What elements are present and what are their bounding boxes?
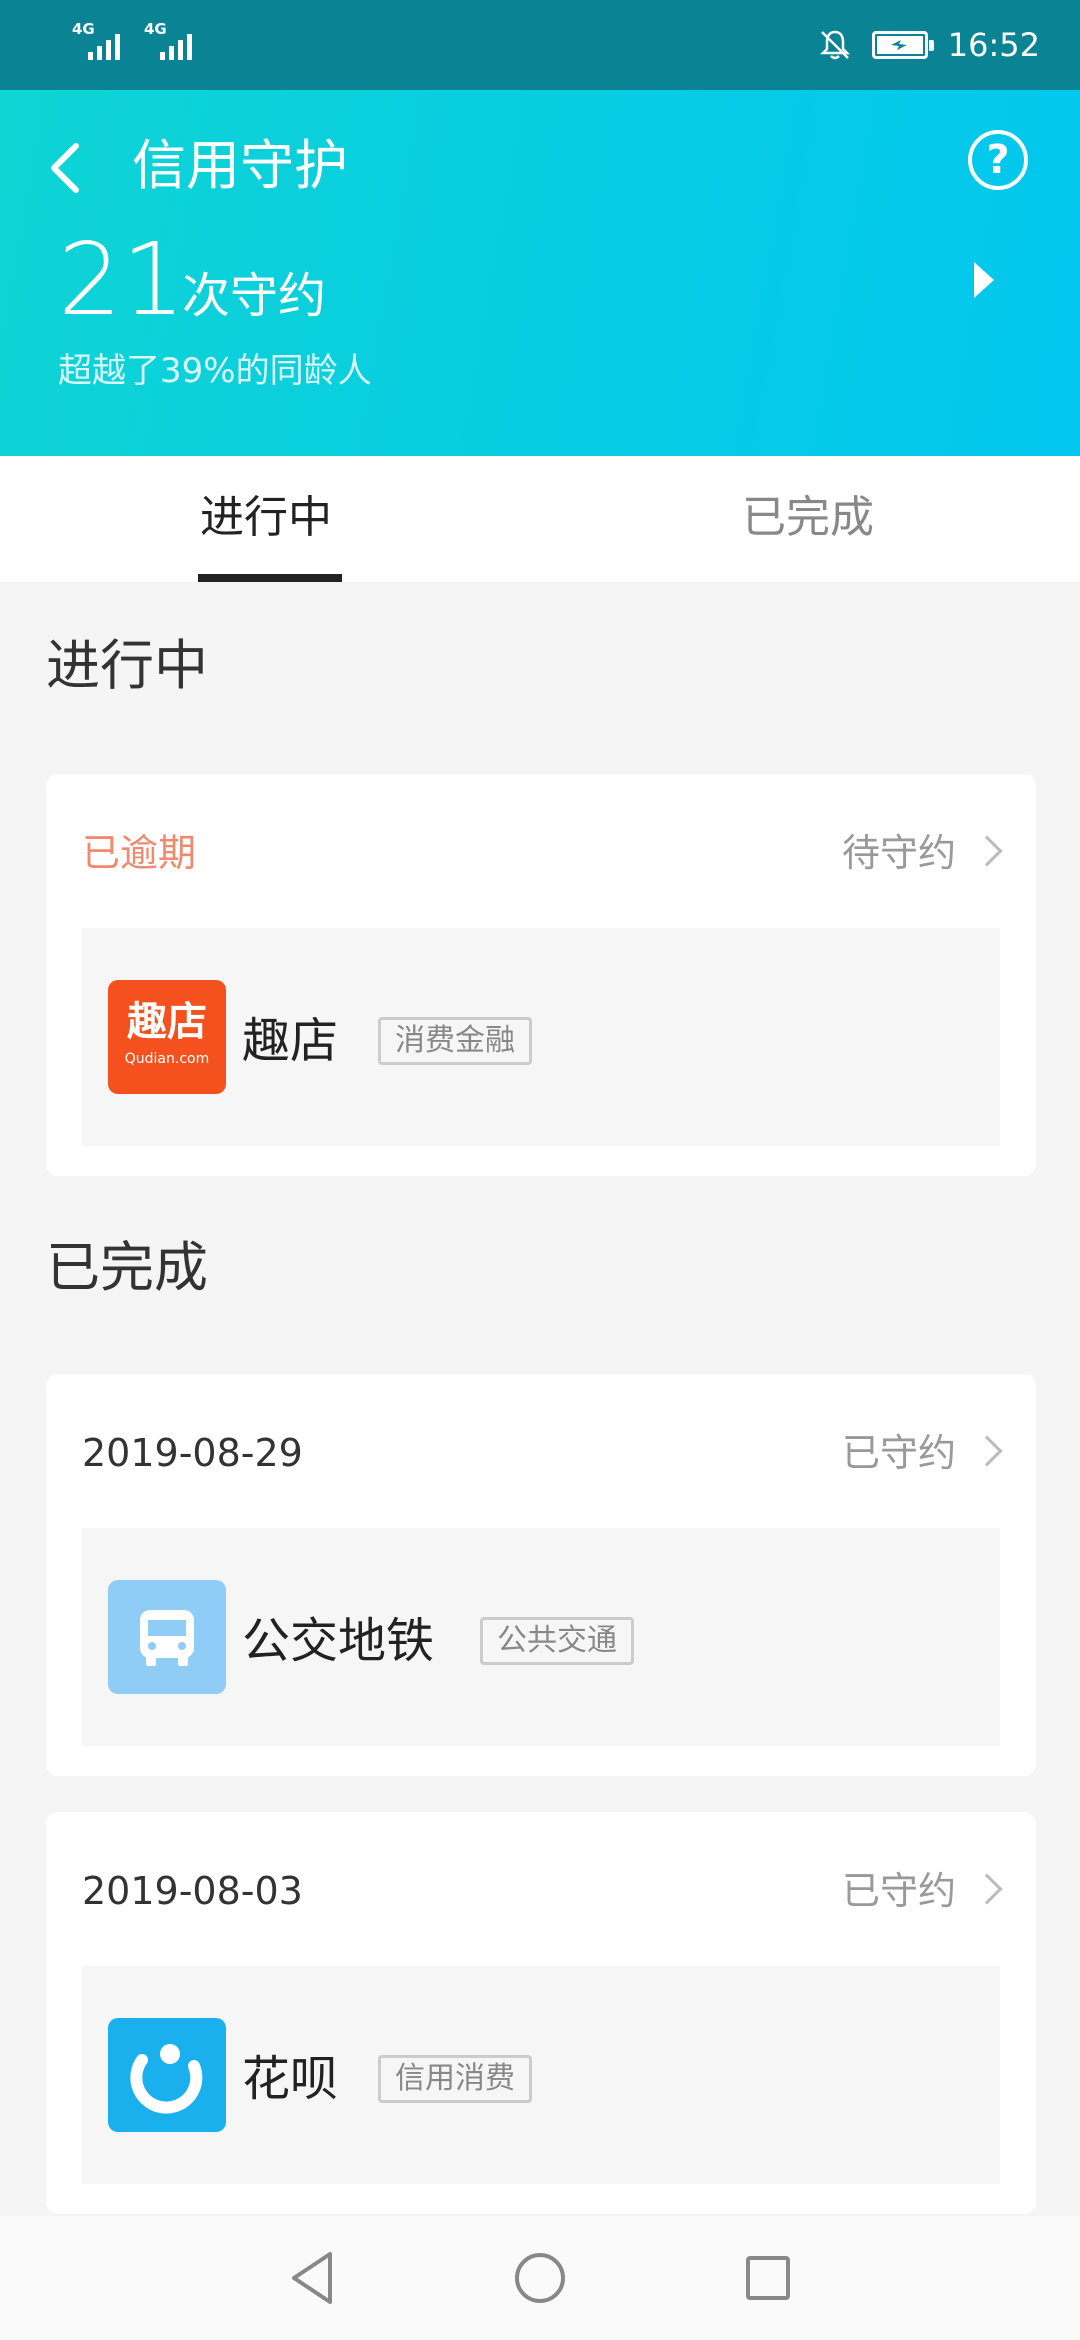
- bus-logo: [108, 1580, 226, 1694]
- battery-icon: [871, 31, 934, 59]
- qudian-logo: 趣店 Qudian.com: [108, 980, 226, 1094]
- section-title-in-progress: 进行中: [46, 634, 208, 697]
- kept-count: 21: [58, 221, 186, 338]
- tab-in-progress[interactable]: 进行中: [200, 486, 332, 550]
- app-info: 公交地铁 公共交通: [82, 1528, 1000, 1746]
- category-tag: 信用消费: [378, 2055, 532, 2103]
- app-name: 公交地铁: [242, 1613, 435, 1669]
- chevron-right-icon: [971, 1873, 1003, 1905]
- signal-group: 4G 4G: [70, 22, 200, 62]
- clock: 16:52: [947, 26, 1040, 64]
- logo-subtext: Qudian.com: [124, 1051, 210, 1067]
- home-circle-icon[interactable]: [510, 2216, 570, 2340]
- back-triangle-icon[interactable]: [284, 2216, 344, 2340]
- huabei-icon: [130, 2044, 203, 2114]
- rank-subtitle: 超越了39%的同龄人: [58, 351, 372, 391]
- app-name: 趣店: [242, 1013, 339, 1069]
- tab-bar: 进行中 已完成: [0, 456, 1080, 582]
- contract-card[interactable]: 已逾期 待守约 趣店 Qudian.com 趣店 消费金融: [46, 774, 1036, 1176]
- kept-status: 已守约: [841, 1869, 956, 1913]
- contract-date: 2019-08-03: [82, 1869, 303, 1913]
- back-icon[interactable]: [40, 132, 90, 202]
- kept-status: 已守约: [841, 1431, 956, 1475]
- app-name: 花呗: [242, 2051, 339, 2107]
- help-icon[interactable]: ?: [968, 130, 1028, 190]
- contract-card[interactable]: 2019-08-29 已守约 公交地铁 公共交通: [46, 1374, 1036, 1776]
- section-title-completed: 已完成: [46, 1236, 208, 1299]
- chevron-right-icon: [971, 835, 1003, 867]
- overdue-status: 已逾期: [82, 831, 197, 875]
- chevron-right-icon: [971, 1435, 1003, 1467]
- system-nav-bar: [0, 2216, 1080, 2340]
- status-bar: 4G 4G 16:52: [0, 0, 1080, 90]
- pending-status: 待守约: [841, 831, 956, 875]
- tab-indicator: [198, 574, 342, 582]
- app-info: 花呗 信用消费: [82, 1966, 1000, 2184]
- contract-date: 2019-08-29: [82, 1431, 303, 1475]
- mute-bell-icon: [819, 30, 850, 60]
- bus-icon: [140, 1610, 194, 1666]
- category-tag: 消费金融: [378, 1017, 532, 1065]
- logo-text: 趣店: [127, 999, 207, 1045]
- signal-strength-icon: 4G: [142, 22, 200, 62]
- credit-header: 信用守护 ? 21 次守约 超越了39%的同龄人: [0, 90, 1080, 456]
- signal-strength-icon: 4G: [70, 22, 128, 62]
- kept-count-unit: 次守约: [182, 268, 327, 324]
- arrow-right-icon[interactable]: [974, 262, 994, 298]
- recents-square-icon[interactable]: [738, 2216, 798, 2340]
- tab-completed[interactable]: 已完成: [742, 486, 874, 550]
- category-tag: 公共交通: [480, 1617, 634, 1665]
- huabei-logo: [108, 2018, 226, 2132]
- app-info: 趣店 Qudian.com 趣店 消费金融: [82, 928, 1000, 1146]
- page-title: 信用守护: [132, 134, 348, 197]
- contract-card[interactable]: 2019-08-03 已守约 花呗 信用消费: [46, 1812, 1036, 2214]
